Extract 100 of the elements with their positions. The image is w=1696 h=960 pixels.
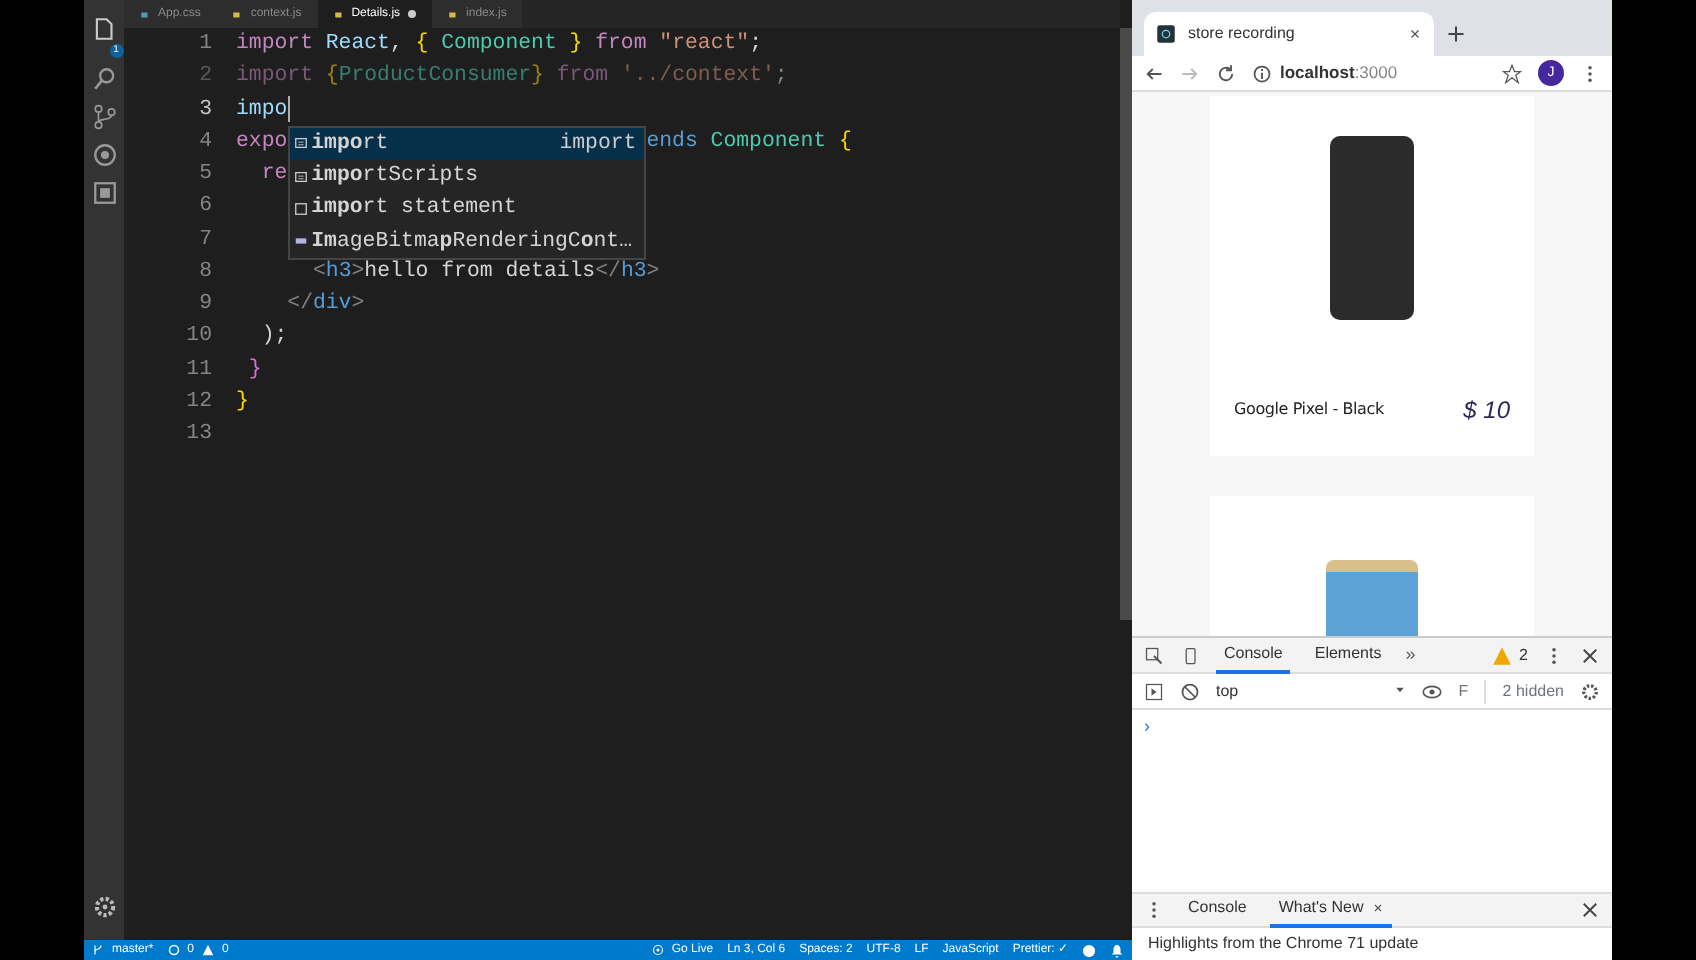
suggestion-item[interactable]: import statement — [289, 192, 645, 225]
line-number: 2 — [197, 62, 214, 93]
line-number: 4 — [197, 127, 214, 158]
debug-icon[interactable] — [91, 142, 117, 168]
code-token: import — [236, 62, 313, 93]
product-card[interactable]: Google Pixel - Black $ 10 — [1210, 96, 1534, 456]
broadcast-icon — [651, 944, 664, 956]
suggestion-item[interactable]: ImageBitmapRenderingCont… — [289, 225, 645, 258]
line-number: 7 — [197, 225, 214, 255]
product-card[interactable] — [1210, 496, 1534, 636]
error-icon — [167, 944, 180, 956]
code-token: "react" — [657, 30, 750, 60]
code-token: } — [531, 62, 544, 93]
inspect-icon[interactable] — [1144, 645, 1164, 665]
scrollbar-thumb[interactable] — [1120, 28, 1132, 620]
close-icon[interactable] — [1580, 900, 1600, 920]
star-icon[interactable] — [1502, 63, 1522, 83]
reload-icon[interactable] — [1216, 63, 1236, 83]
url-host: localhost — [1280, 62, 1355, 83]
drawer-tab[interactable]: Console — [1180, 892, 1255, 928]
back-icon[interactable] — [1144, 63, 1164, 83]
devtools-tab[interactable]: Elements — [1306, 637, 1390, 673]
settings-icon[interactable] — [91, 894, 117, 921]
line-number: 11 — [184, 355, 214, 385]
code-token: > — [646, 257, 660, 288]
close-icon[interactable] — [1580, 645, 1600, 665]
code-token: div — [312, 290, 352, 320]
code-token: } — [567, 30, 583, 60]
code-token: Component — [708, 127, 827, 158]
hidden-count: 2 hidden — [1502, 679, 1564, 703]
line-number: 3 — [197, 95, 214, 125]
sidebar-toggle-icon[interactable] — [1144, 681, 1164, 701]
code-token: h3 — [620, 257, 647, 288]
text-cursor — [287, 96, 290, 123]
code-token: ); — [259, 322, 288, 353]
code-token: impo — [236, 95, 288, 125]
line-number: 9 — [197, 290, 214, 320]
file-type-icon — [448, 9, 459, 19]
line-number: 6 — [197, 192, 214, 223]
code-token: import — [236, 30, 313, 60]
line-number: 13 — [184, 420, 214, 450]
code-token: < — [310, 257, 326, 288]
url-port: :3000 — [1354, 62, 1398, 83]
code-token: from — [593, 30, 647, 60]
warning-count: 2 — [1519, 643, 1528, 667]
settings-icon[interactable] — [1580, 681, 1600, 701]
console-prompt: › — [1144, 716, 1150, 736]
more-tabs[interactable]: » — [1405, 641, 1416, 669]
browser-tab[interactable]: store recording — [1144, 12, 1434, 56]
file-type-icon — [140, 9, 150, 19]
code-token: > — [351, 290, 365, 320]
suggestion-detail: import — [559, 129, 637, 160]
filter-field[interactable]: F — [1458, 679, 1487, 703]
line-number: 10 — [184, 322, 214, 353]
warning-counter[interactable]: 2 — [1491, 643, 1528, 667]
code-token: from — [554, 62, 609, 93]
source-control-icon[interactable] — [91, 104, 117, 130]
device-icon[interactable] — [1180, 645, 1200, 665]
whats-new-text: Highlights from the Chrome 71 update — [1146, 932, 1421, 956]
line-number: 5 — [197, 160, 214, 190]
context-label: top — [1216, 679, 1239, 703]
product-name: Google Pixel - Black — [1234, 398, 1384, 422]
file-type-icon — [232, 9, 243, 19]
clear-icon[interactable] — [1180, 681, 1200, 701]
snippet-icon — [293, 201, 308, 216]
code-token: ; — [774, 62, 788, 93]
suggestion-label: importScripts — [311, 162, 479, 192]
code-token: { — [415, 30, 429, 60]
code-token: h3 — [325, 257, 352, 288]
suggestion-item[interactable]: import import — [289, 127, 645, 160]
product-price: $ 10 — [1463, 394, 1510, 428]
code-token: Component — [439, 30, 557, 60]
keyword-icon — [293, 169, 308, 184]
code-token: </ — [285, 290, 313, 320]
plus-icon[interactable] — [1446, 24, 1466, 44]
line-number: 1 — [197, 30, 214, 60]
suggestion-item[interactable]: importScripts — [289, 160, 645, 193]
info-icon[interactable] — [1252, 63, 1272, 83]
branch-icon — [92, 944, 104, 956]
tab-title: store recording — [1188, 22, 1297, 46]
field-icon — [293, 234, 308, 249]
extensions-icon[interactable] — [91, 180, 117, 206]
code-token: ends — [646, 127, 698, 158]
code-token: } — [236, 387, 249, 418]
drawer-tab[interactable]: What's New — [1270, 892, 1392, 928]
suggestion-label: ImageBitmapRenderingCont… — [311, 227, 633, 257]
search-icon[interactable] — [91, 66, 117, 92]
code-token: } — [246, 355, 262, 385]
code-token: > — [351, 257, 365, 288]
eye-icon[interactable] — [1422, 681, 1443, 701]
bell-icon[interactable] — [1110, 943, 1124, 957]
files-icon[interactable] — [91, 16, 117, 43]
code-token: expo — [236, 127, 288, 158]
devtools-tab[interactable]: Console — [1216, 637, 1291, 673]
code-token: { — [836, 127, 852, 158]
code-token: ; — [749, 30, 762, 60]
keyword-icon — [293, 136, 308, 151]
context-select[interactable]: top — [1216, 679, 1407, 703]
favicon-icon — [1156, 24, 1176, 44]
code-token: ProductConsumer — [338, 62, 532, 93]
